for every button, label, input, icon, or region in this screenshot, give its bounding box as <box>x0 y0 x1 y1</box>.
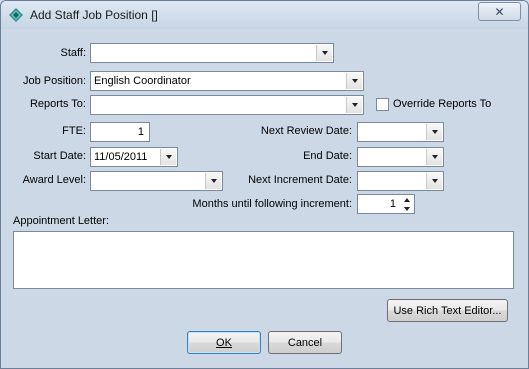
staff-dropdown[interactable] <box>90 43 334 63</box>
chevron-down-icon[interactable] <box>160 149 176 165</box>
end-date-picker[interactable] <box>357 147 444 167</box>
app-diamond-icon <box>9 8 23 22</box>
cancel-button[interactable]: Cancel <box>268 331 342 354</box>
fte-input[interactable]: 1 <box>90 122 150 142</box>
title-bar[interactable]: Add Staff Job Position [] ✕ <box>1 1 528 29</box>
next-review-date-picker[interactable] <box>357 122 444 142</box>
job-position-label: Job Position: <box>23 75 86 87</box>
reports-to-dropdown[interactable] <box>90 95 364 115</box>
use-rich-text-editor-label: Use Rich Text Editor... <box>393 304 502 317</box>
use-rich-text-editor-button[interactable]: Use Rich Text Editor... <box>387 299 508 322</box>
close-icon: ✕ <box>494 4 505 19</box>
fte-value: 1 <box>137 126 144 138</box>
start-date-picker[interactable]: 11/05/2011 <box>90 147 178 167</box>
close-button[interactable]: ✕ <box>478 2 521 21</box>
chevron-down-icon[interactable] <box>346 97 362 113</box>
window-title: Add Staff Job Position [] <box>30 8 158 22</box>
chevron-down-icon[interactable] <box>426 124 442 140</box>
appointment-letter-textarea[interactable] <box>13 231 514 289</box>
award-level-label: Award Level: <box>22 174 86 186</box>
spinner-up-icon[interactable] <box>400 195 414 204</box>
months-until-increment-spinner[interactable]: 1 <box>357 194 415 214</box>
staff-label: Staff: <box>60 47 86 59</box>
next-increment-date-label: Next Increment Date: <box>248 174 352 186</box>
award-level-dropdown[interactable] <box>90 171 223 191</box>
months-until-increment-value: 1 <box>389 198 396 210</box>
next-review-date-label: Next Review Date: <box>260 125 352 137</box>
fte-label: FTE: <box>62 125 86 137</box>
ok-label: OK <box>216 336 232 349</box>
override-reports-to-label[interactable]: Override Reports To <box>393 98 491 110</box>
chevron-down-icon[interactable] <box>316 45 332 61</box>
spinner-down-icon[interactable] <box>400 204 414 213</box>
chevron-down-icon[interactable] <box>426 173 442 189</box>
appointment-letter-label: Appointment Letter: <box>13 215 110 227</box>
end-date-label: End Date: <box>303 150 352 162</box>
months-until-increment-label: Months until following increment: <box>192 198 352 210</box>
spinner-arrows <box>400 195 414 213</box>
start-date-label: Start Date: <box>33 150 86 162</box>
next-increment-date-picker[interactable] <box>357 171 444 191</box>
start-date-value: 11/05/2011 <box>94 151 148 163</box>
chevron-down-icon[interactable] <box>205 173 221 189</box>
job-position-dropdown[interactable]: English Coordinator <box>90 71 364 91</box>
chevron-down-icon[interactable] <box>346 73 362 89</box>
chevron-down-icon[interactable] <box>426 149 442 165</box>
override-reports-to-checkbox[interactable] <box>376 98 389 111</box>
ok-button[interactable]: OK <box>187 331 261 354</box>
cancel-label: Cancel <box>287 336 323 349</box>
reports-to-label: Reports To: <box>29 98 86 110</box>
job-position-value: English Coordinator <box>94 75 191 87</box>
